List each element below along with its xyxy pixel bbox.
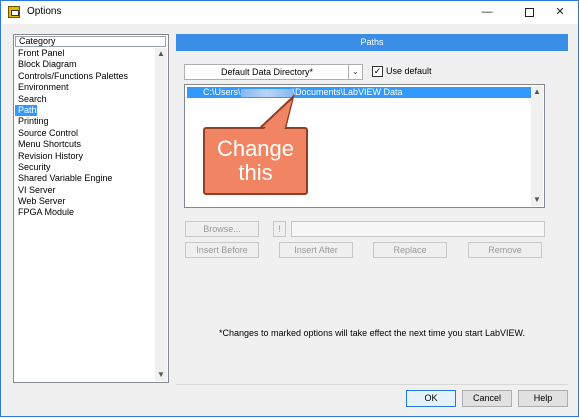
scroll-up-arrow-icon[interactable]: ▲ <box>531 86 543 98</box>
options-window: Options — ✕ Category Front Panel Block D… <box>0 0 579 417</box>
category-item-shared-variable-engine[interactable]: Shared Variable Engine <box>15 173 155 184</box>
scroll-up-arrow-icon[interactable]: ▲ <box>155 48 167 60</box>
help-button[interactable]: Help <box>518 390 568 407</box>
maximize-icon <box>524 8 534 17</box>
redacted-username <box>240 88 293 97</box>
path-list-item[interactable]: C:\Users\ \Documents\LabVIEW Data <box>187 87 531 98</box>
change-this-callout: Change this <box>203 127 308 195</box>
category-item-vi-server[interactable]: VI Server <box>15 185 155 196</box>
category-list[interactable]: Category Front Panel Block Diagram Contr… <box>13 34 169 383</box>
title-bar: Options — ✕ <box>1 1 578 24</box>
category-items: Front Panel Block Diagram Controls/Funct… <box>15 48 155 219</box>
path-type-dropdown-value: Default Data Directory* <box>220 67 314 77</box>
category-item-web-server[interactable]: Web Server <box>15 196 155 207</box>
category-item-revision-history[interactable]: Revision History <box>15 151 155 162</box>
restart-note: *Changes to marked options will take eff… <box>219 328 525 338</box>
replace-button[interactable]: Replace <box>373 242 447 258</box>
scroll-down-arrow-icon[interactable]: ▼ <box>155 369 167 381</box>
minimize-button[interactable]: — <box>469 1 505 24</box>
scroll-down-arrow-icon[interactable]: ▼ <box>531 194 543 206</box>
category-item-printing[interactable]: Printing <box>15 116 155 127</box>
chevron-down-icon[interactable]: ⌄ <box>348 65 362 79</box>
minimize-icon: — <box>481 6 493 18</box>
path-suffix: \Documents\LabVIEW Data <box>292 87 403 97</box>
paths-panel-header: Paths <box>176 34 568 51</box>
category-item-block-diagram[interactable]: Block Diagram <box>15 59 155 70</box>
cancel-button[interactable]: Cancel <box>462 390 512 407</box>
path-type-dropdown[interactable]: Default Data Directory* ⌄ <box>184 64 363 80</box>
category-scrollbar[interactable]: ▲ ▼ <box>155 48 167 381</box>
callout-line-1: Change <box>216 136 295 161</box>
category-item-security[interactable]: Security <box>15 162 155 173</box>
footer-divider <box>176 384 568 385</box>
category-item-controls-functions-palettes[interactable]: Controls/Functions Palettes <box>15 71 155 82</box>
use-default-label[interactable]: Use default <box>386 66 432 76</box>
category-item-menu-shortcuts[interactable]: Menu Shortcuts <box>15 139 155 150</box>
category-item-environment[interactable]: Environment <box>15 82 155 93</box>
category-item-paths[interactable]: Paths <box>15 104 41 117</box>
category-item-fpga-module[interactable]: FPGA Module <box>15 207 155 218</box>
insert-before-button[interactable]: Insert Before <box>185 242 259 258</box>
use-default-checkbox[interactable]: ✓ <box>372 66 383 77</box>
category-item-search[interactable]: Search <box>15 94 155 105</box>
remove-button[interactable]: Remove <box>468 242 542 258</box>
close-button[interactable]: ✕ <box>542 1 578 24</box>
category-item-front-panel[interactable]: Front Panel <box>15 48 155 59</box>
window-title: Options <box>27 6 62 17</box>
ok-button[interactable]: OK <box>406 390 456 407</box>
labview-app-icon <box>8 6 20 18</box>
insert-after-button[interactable]: Insert After <box>279 242 353 258</box>
category-header[interactable]: Category <box>15 36 166 47</box>
marked-option-indicator: ! <box>273 221 286 237</box>
category-item-source-control[interactable]: Source Control <box>15 128 155 139</box>
close-icon: ✕ <box>555 6 565 18</box>
callout-line-2: this <box>238 160 273 185</box>
path-input[interactable] <box>291 221 545 237</box>
browse-button[interactable]: Browse... <box>185 221 259 237</box>
path-prefix: C:\Users\ <box>203 87 241 97</box>
path-list-scrollbar[interactable]: ▲ ▼ <box>531 86 543 206</box>
